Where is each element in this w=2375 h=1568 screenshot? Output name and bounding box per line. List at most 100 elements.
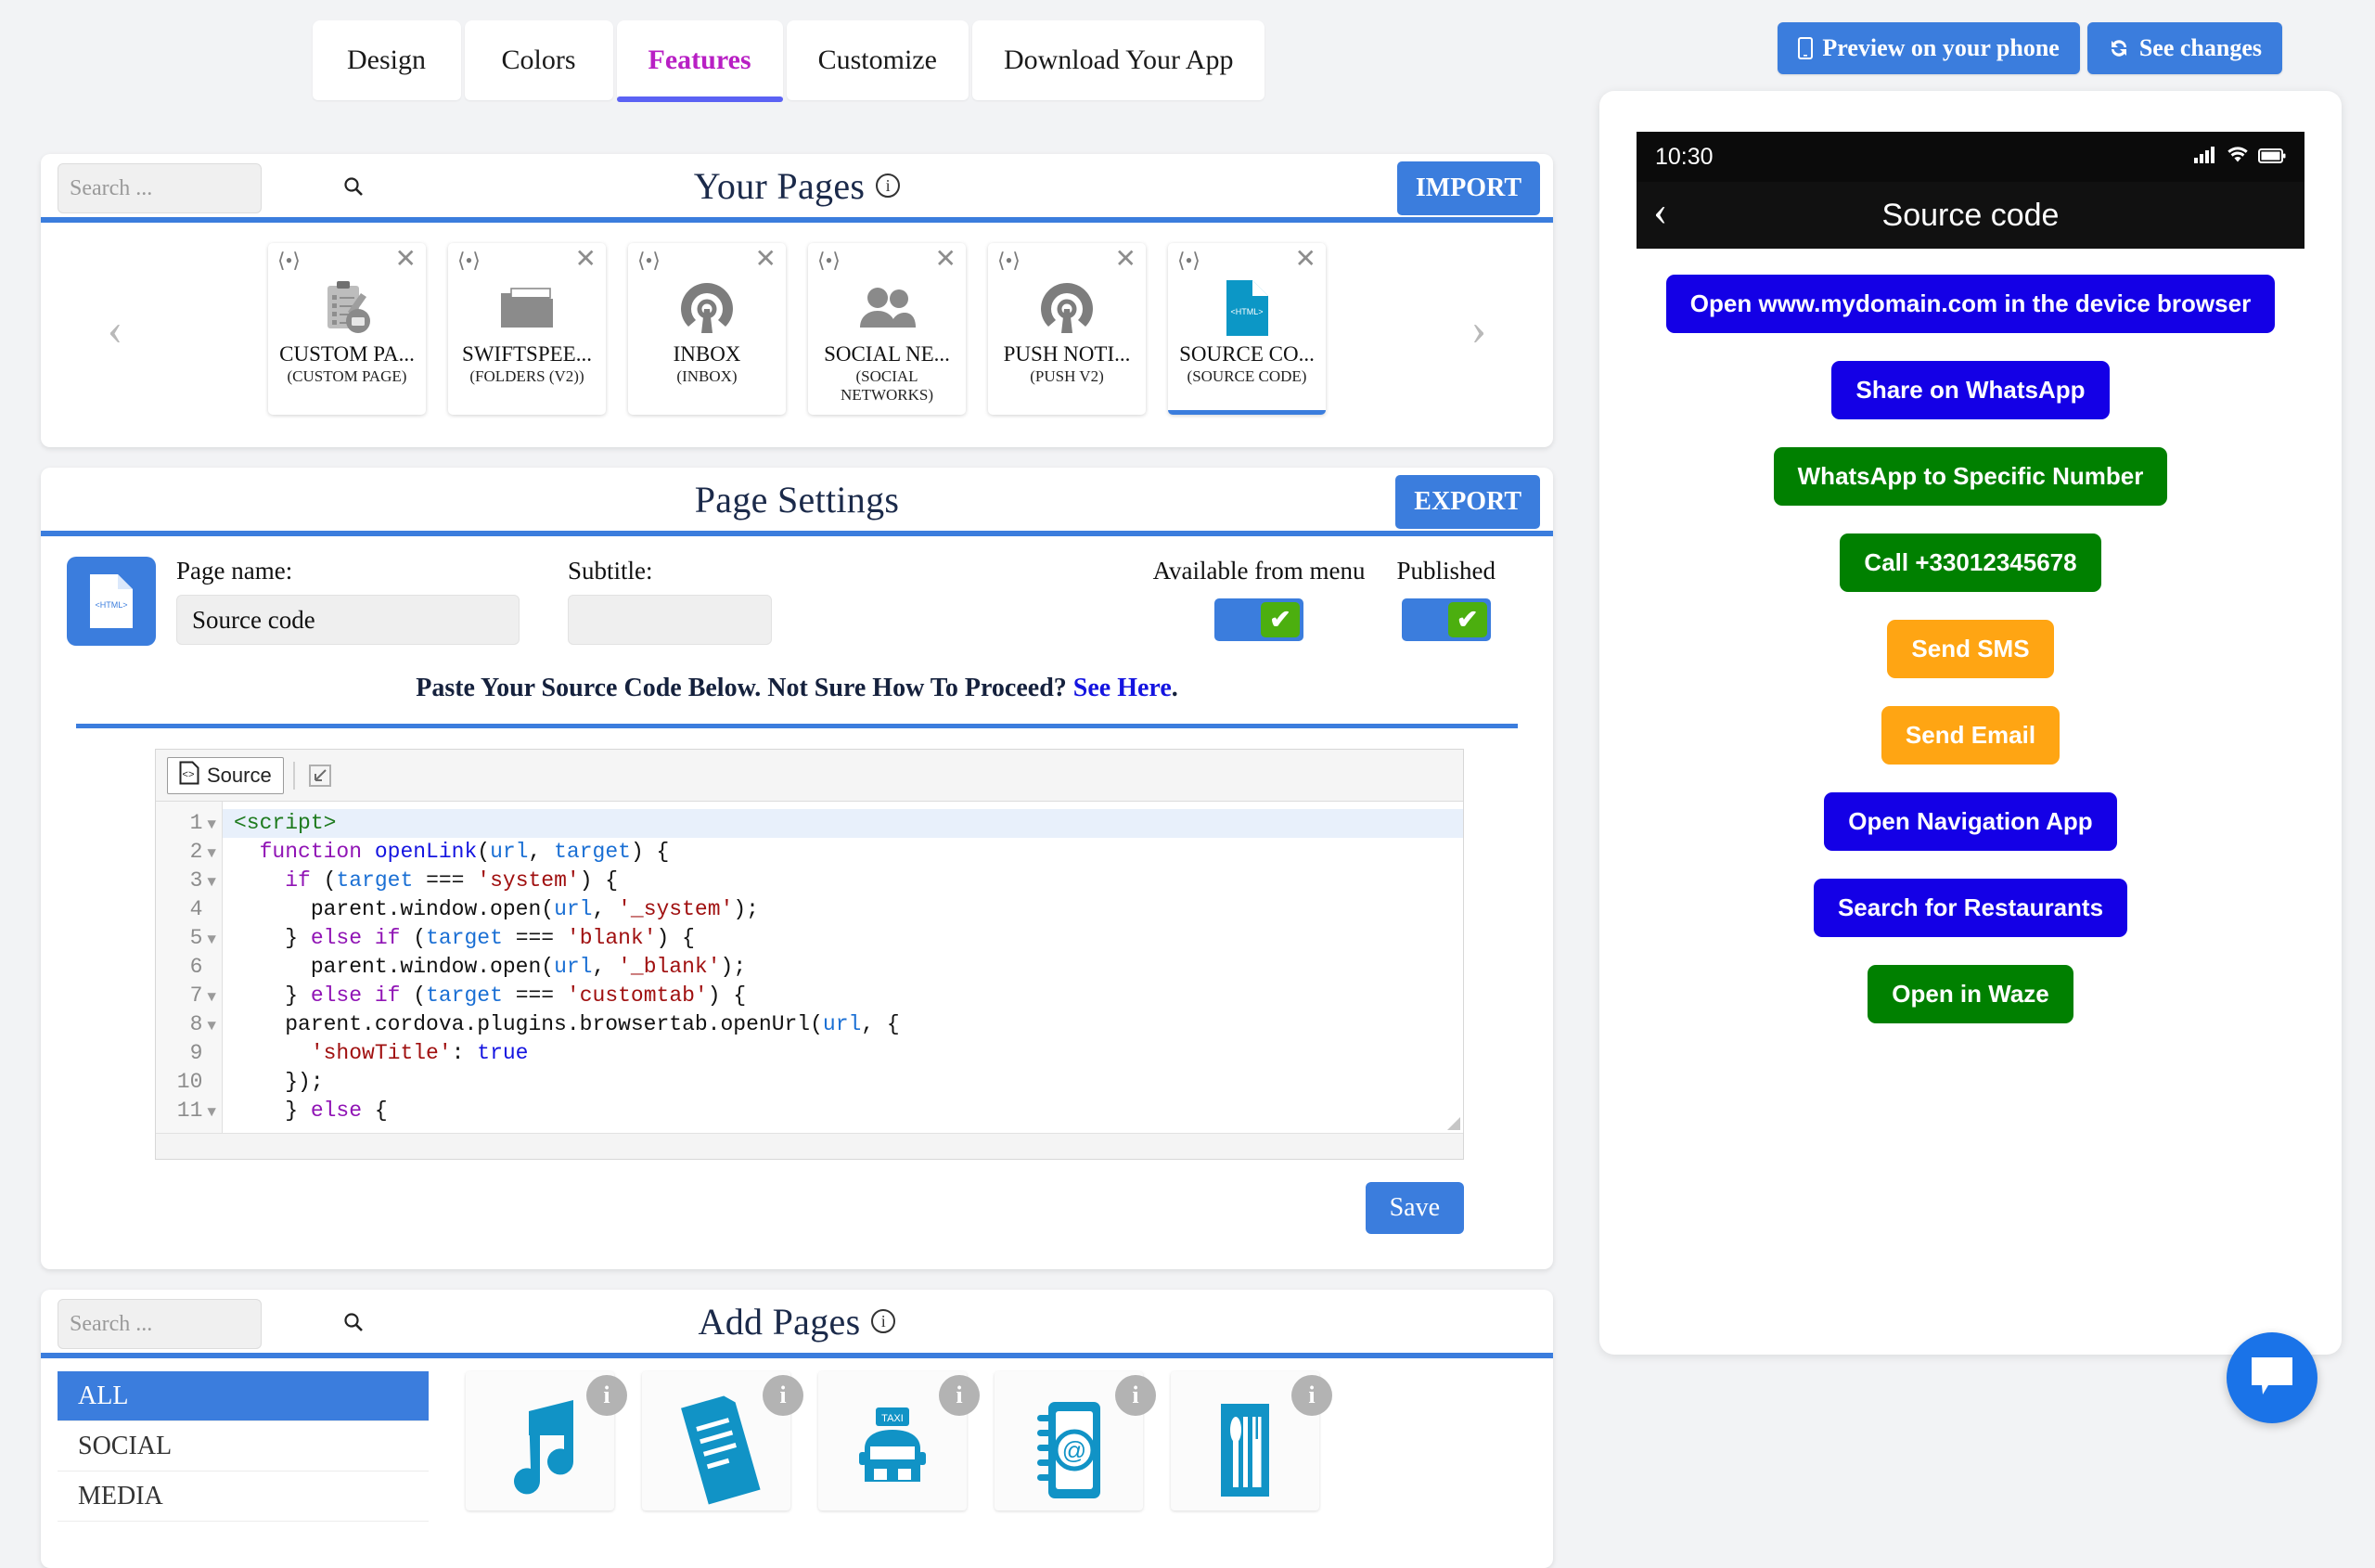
add-pages-search-input[interactable] (70, 1311, 343, 1337)
chevron-left-icon[interactable]: ‹ (1653, 189, 1667, 232)
code-icon[interactable]: ⟨•⟩ (457, 249, 481, 273)
info-icon[interactable]: i (763, 1375, 803, 1416)
add-pages-header: Add Pages i (41, 1290, 1553, 1358)
tab-features[interactable]: Features (616, 20, 783, 102)
html-file-icon: <HTML> (1225, 276, 1269, 340)
app-card[interactable]: i (1171, 1371, 1332, 1510)
editor-statusbar (156, 1117, 1463, 1159)
page-settings-panel: Page Settings EXPORT <HTML> Page name: S… (41, 468, 1553, 1269)
line-number: 9▼ (189, 1041, 203, 1065)
preview-button[interactable]: Search for Restaurants (1813, 879, 2128, 937)
save-button[interactable]: Save (1365, 1182, 1464, 1234)
subtitle-input[interactable] (568, 595, 772, 645)
info-icon[interactable]: i (871, 1309, 896, 1333)
info-icon[interactable]: i (1115, 1375, 1156, 1416)
preview-button[interactable]: Call +33012345678 (1840, 533, 2101, 592)
code-icon[interactable]: ⟨•⟩ (277, 249, 301, 273)
app-card[interactable]: i (466, 1371, 627, 1510)
code-text-area[interactable]: <script> function openLink(url, target) … (223, 802, 1463, 1133)
page-settings-toggles: Available from menu ✔ Published ✔ (1153, 557, 1527, 641)
checkmark-icon: ✔ (1261, 602, 1301, 637)
tab-design[interactable]: Design (312, 20, 461, 100)
editor-footer: Save (67, 1160, 1527, 1234)
category-item-all[interactable]: ALL (58, 1371, 429, 1421)
preview-button[interactable]: Open www.mydomain.com in the device brow… (1665, 275, 2276, 333)
preview-button[interactable]: Open in Waze (1868, 965, 2073, 1023)
checkmark-icon: ✔ (1447, 602, 1487, 637)
code-icon[interactable]: ⟨•⟩ (817, 249, 841, 273)
app-card[interactable]: i TAXI (818, 1371, 980, 1510)
app-card[interactable]: i (642, 1371, 803, 1510)
page-name-group: Page name: (176, 557, 520, 645)
search-icon[interactable] (343, 1312, 364, 1337)
carousel-next-arrow[interactable]: › (1460, 301, 1497, 356)
phone-preview-card: 10:30 ‹ Source code Open www.mydomain.co… (1599, 91, 2342, 1355)
preview-button[interactable]: Share on WhatsApp (1831, 361, 2110, 419)
code-icon[interactable]: ⟨•⟩ (1177, 249, 1200, 273)
info-icon[interactable]: i (586, 1375, 627, 1416)
page-card[interactable]: ⟨•⟩ ✕ PUSH NOTI... (PUSH V2) (988, 243, 1146, 415)
taxi-icon: TAXI (848, 1394, 937, 1510)
page-card-name: CUSTOM PA... (279, 342, 415, 366)
tab-customize[interactable]: Customize (786, 20, 969, 100)
subtitle-label: Subtitle: (568, 557, 653, 585)
tab-colors[interactable]: Colors (464, 20, 613, 100)
broadcast-icon (679, 276, 735, 340)
preview-button[interactable]: WhatsApp to Specific Number (1773, 447, 2168, 506)
search-icon[interactable] (343, 176, 364, 201)
preview-button[interactable]: Open Navigation App (1824, 792, 2117, 851)
broadcast-icon (1039, 276, 1095, 340)
page-card[interactable]: ⟨•⟩ ✕ SOCIAL NE... (SOCIAL NETWORKS) (808, 243, 966, 415)
close-icon[interactable]: ✕ (755, 247, 777, 273)
available-from-menu-label: Available from menu (1152, 557, 1366, 585)
info-icon[interactable]: i (876, 174, 901, 198)
source-mode-button[interactable]: <> Source (167, 756, 284, 794)
page-card[interactable]: ⟨•⟩ ✕ INBOX (INBOX) (628, 243, 786, 415)
carousel-prev-arrow[interactable]: ‹ (96, 301, 134, 356)
your-pages-search[interactable] (58, 163, 363, 213)
see-here-link[interactable]: See Here (1073, 674, 1172, 702)
line-number: 4▼ (189, 897, 203, 921)
code-icon[interactable]: ⟨•⟩ (637, 249, 661, 273)
info-icon[interactable]: i (939, 1375, 980, 1416)
category-item-media[interactable]: MEDIA (58, 1472, 429, 1522)
folder-icon (498, 276, 556, 340)
close-icon[interactable]: ✕ (1115, 247, 1136, 273)
page-name-input[interactable] (176, 595, 520, 645)
tab-download-your-app[interactable]: Download Your App (971, 20, 1265, 100)
import-button[interactable]: IMPORT (1396, 161, 1540, 215)
published-label: Published (1396, 557, 1496, 585)
close-icon[interactable]: ✕ (575, 247, 597, 273)
resize-handle[interactable] (1447, 1117, 1460, 1130)
subtitle-group: Subtitle: (568, 557, 772, 645)
page-card[interactable]: ⟨•⟩ ✕ CUSTOM PA... (CUSTOM PAGE) (268, 243, 426, 415)
code-icon[interactable]: ⟨•⟩ (997, 249, 1021, 273)
app-card[interactable]: i @ (995, 1371, 1156, 1510)
page-card[interactable]: ⟨•⟩ ✕ <HTML> SOURCE CO... (SOURCE CODE) (1168, 243, 1326, 415)
add-pages-title: Add Pages (698, 1300, 861, 1343)
code-line: function openLink(url, target) { (259, 840, 670, 864)
close-icon[interactable]: ✕ (395, 247, 417, 273)
add-pages-search[interactable] (58, 1299, 363, 1349)
line-number-gutter: 1▼ 2▼ 3▼ 4▼ 5▼ 6▼ 7▼ 8▼ 9▼ 10▼ 11▼ (156, 802, 223, 1133)
see-changes-button[interactable]: See changes (2086, 22, 2282, 74)
preview-button[interactable]: Send Email (1881, 706, 2060, 765)
close-icon[interactable]: ✕ (935, 247, 956, 273)
your-pages-search-input[interactable] (70, 175, 343, 201)
info-icon[interactable]: i (1291, 1375, 1332, 1416)
close-icon[interactable]: ✕ (1295, 247, 1316, 273)
status-time: 10:30 (1655, 143, 1714, 170)
page-settings-body: <HTML> Page name: Subtitle: Available fr… (41, 536, 1553, 1234)
category-item-social[interactable]: SOCIAL (58, 1421, 429, 1472)
notice-text: Paste Your Source Code Below. Not Sure H… (416, 674, 1073, 702)
chat-bubble-button[interactable] (2227, 1332, 2317, 1423)
page-card-list: ⟨•⟩ ✕ CUSTOM PA... (CUSTOM PAGE) ⟨•⟩ ✕ SWIFTSP… (257, 234, 1337, 415)
preview-on-phone-button[interactable]: Preview on your phone (1778, 22, 2080, 74)
preview-button[interactable]: Send SMS (1887, 620, 2054, 678)
available-from-menu-toggle[interactable]: ✔ (1214, 598, 1304, 641)
maximize-icon[interactable] (304, 760, 336, 791)
add-pages-title-wrap: Add Pages i (699, 1300, 896, 1343)
page-card[interactable]: ⟨•⟩ ✕ SWIFTSPEE... (FOLDERS (V2)) (448, 243, 606, 415)
export-button[interactable]: EXPORT (1395, 475, 1540, 529)
published-toggle[interactable]: ✔ (1401, 598, 1491, 641)
